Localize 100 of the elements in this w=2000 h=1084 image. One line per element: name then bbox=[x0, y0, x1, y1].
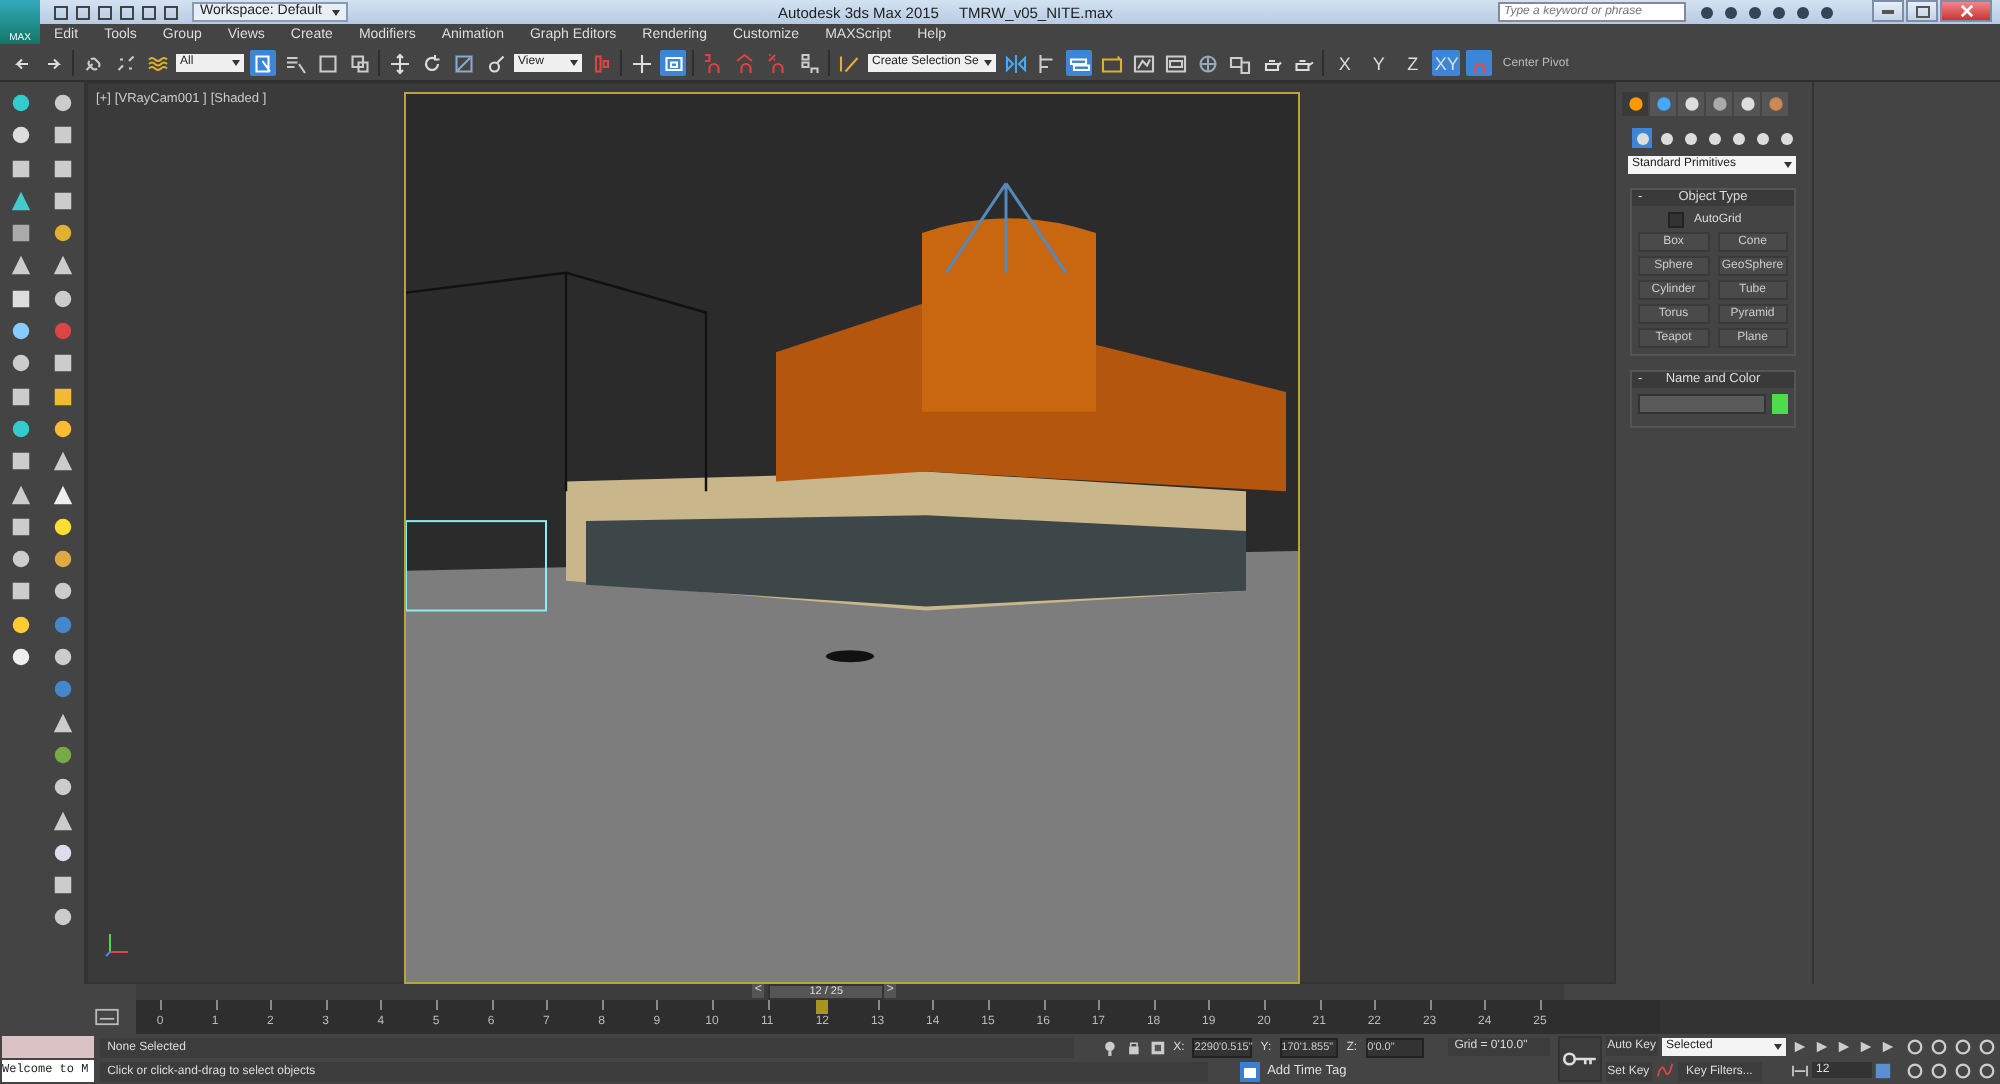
sphere-arrow-icon bbox=[483, 51, 507, 75]
cube-icon[interactable] bbox=[9, 450, 31, 473]
toolbar-button[interactable] bbox=[346, 50, 372, 76]
cube-icon[interactable] bbox=[51, 124, 73, 147]
sphere-icon[interactable] bbox=[9, 613, 31, 636]
sphere-grid-icon bbox=[1195, 51, 1220, 75]
cone-icon[interactable] bbox=[51, 450, 73, 473]
close-button[interactable] bbox=[1940, 0, 1992, 22]
time-tag-icon[interactable] bbox=[1239, 1061, 1260, 1081]
cursor-box-icon bbox=[251, 51, 275, 75]
broken-chain-icon bbox=[113, 51, 137, 75]
magnet-three-icon bbox=[701, 51, 725, 75]
rotate-icon bbox=[419, 51, 443, 75]
dashed-rectangle-icon bbox=[315, 51, 339, 75]
cube-icon[interactable] bbox=[51, 157, 73, 180]
cone-icon[interactable] bbox=[51, 483, 73, 506]
sphere-icon[interactable] bbox=[51, 417, 73, 440]
sphere-icon[interactable] bbox=[9, 320, 31, 343]
lock-icon[interactable] bbox=[1125, 1039, 1142, 1055]
set-key-button[interactable] bbox=[1557, 1036, 1602, 1082]
cube-icon[interactable] bbox=[9, 580, 31, 603]
cone-icon[interactable] bbox=[51, 711, 73, 734]
panel-tab[interactable] bbox=[1678, 92, 1704, 116]
autogrid-checkbox[interactable] bbox=[1668, 212, 1684, 228]
sphere-icon[interactable] bbox=[51, 222, 73, 245]
sphere-icon[interactable] bbox=[9, 92, 31, 114]
sphere-icon[interactable] bbox=[51, 548, 73, 571]
screen-icon bbox=[661, 51, 685, 75]
sun-icon bbox=[1625, 94, 1645, 114]
sphere-icon[interactable] bbox=[51, 287, 73, 310]
sphere-icon[interactable] bbox=[51, 776, 73, 799]
pivot-icon bbox=[589, 51, 613, 75]
panel-tab[interactable] bbox=[1706, 92, 1732, 116]
script-listener-input[interactable] bbox=[2, 1036, 94, 1058]
name-field[interactable] bbox=[1638, 394, 1766, 414]
cube-icon[interactable] bbox=[9, 385, 31, 408]
sphere-icon[interactable] bbox=[9, 548, 31, 571]
panel-tab[interactable] bbox=[1734, 92, 1760, 116]
cube-icon[interactable] bbox=[9, 287, 31, 310]
toolbar-button[interactable] bbox=[112, 50, 138, 76]
sphere-icon[interactable] bbox=[51, 515, 73, 538]
minimize-button[interactable] bbox=[1872, 0, 1904, 22]
overlapping-squares-icon bbox=[347, 51, 371, 75]
cube-icon[interactable] bbox=[9, 515, 31, 538]
sphere-icon[interactable] bbox=[51, 841, 73, 864]
magnet-percent-icon bbox=[765, 51, 789, 75]
sphere-icon[interactable] bbox=[9, 646, 31, 669]
key-icon bbox=[1561, 1052, 1598, 1066]
schematic-window-icon bbox=[1163, 51, 1188, 75]
axis-button[interactable]: Z bbox=[1398, 50, 1427, 76]
cube-icon[interactable] bbox=[9, 222, 31, 245]
toolbar-button[interactable] bbox=[1162, 50, 1189, 76]
scale-box-icon bbox=[451, 51, 475, 75]
cone-icon[interactable] bbox=[51, 254, 73, 277]
sphere-icon[interactable] bbox=[9, 352, 31, 375]
color-swatch[interactable] bbox=[1772, 394, 1788, 414]
cone-icon[interactable] bbox=[51, 809, 73, 832]
spinner-magnet-icon bbox=[797, 51, 821, 75]
mirror-icon bbox=[1003, 51, 1028, 75]
close-icon bbox=[1959, 4, 1973, 18]
toolbar-button[interactable] bbox=[1066, 50, 1093, 76]
move-arrows-icon bbox=[387, 51, 411, 75]
toolbar-button[interactable] bbox=[1002, 50, 1029, 76]
cone-icon[interactable] bbox=[9, 483, 31, 506]
panel-tab[interactable] bbox=[1650, 92, 1676, 116]
sphere-icon[interactable] bbox=[9, 124, 31, 147]
sphere-icon[interactable] bbox=[51, 580, 73, 603]
panel-tab[interactable] bbox=[1622, 92, 1648, 116]
graph-window-icon bbox=[1131, 51, 1156, 75]
panel-tab[interactable] bbox=[1762, 92, 1788, 116]
sphere-icon[interactable] bbox=[51, 92, 73, 114]
axis-tripod-icon bbox=[104, 930, 132, 958]
toolbar-button[interactable] bbox=[796, 50, 822, 76]
magnet-angle-icon bbox=[733, 51, 757, 75]
maximize-button[interactable] bbox=[1906, 0, 1938, 22]
sphere-icon[interactable] bbox=[9, 417, 31, 440]
play-icon[interactable] bbox=[1834, 1040, 1854, 1055]
toolbar-button[interactable] bbox=[314, 50, 340, 76]
sphere-icon[interactable] bbox=[51, 646, 73, 669]
cube-icon[interactable] bbox=[9, 157, 31, 180]
cube-icon[interactable] bbox=[51, 874, 73, 897]
cone-icon[interactable] bbox=[9, 254, 31, 277]
checker-icon[interactable] bbox=[1149, 1039, 1166, 1055]
sphere-icon[interactable] bbox=[51, 743, 73, 766]
toolbar-button[interactable] bbox=[1194, 50, 1221, 76]
toolbar-button[interactable] bbox=[450, 50, 476, 76]
cube-icon[interactable] bbox=[51, 189, 73, 212]
cube-icon[interactable] bbox=[51, 385, 73, 408]
axis-button[interactable]: X bbox=[1330, 50, 1359, 76]
toolbar-button[interactable] bbox=[1130, 50, 1157, 76]
chain-link-icon bbox=[81, 51, 105, 75]
sphere-icon bbox=[1633, 129, 1651, 147]
sphere-icon[interactable] bbox=[51, 906, 73, 929]
cone-icon[interactable] bbox=[9, 189, 31, 212]
current-frame-marker bbox=[816, 1000, 829, 1014]
disc-icon bbox=[1709, 94, 1729, 114]
cube-icon[interactable] bbox=[51, 352, 73, 375]
lightbulb-icon[interactable] bbox=[1101, 1039, 1118, 1055]
crosshair-icon bbox=[629, 51, 653, 75]
axis-button[interactable]: Y bbox=[1364, 50, 1393, 76]
